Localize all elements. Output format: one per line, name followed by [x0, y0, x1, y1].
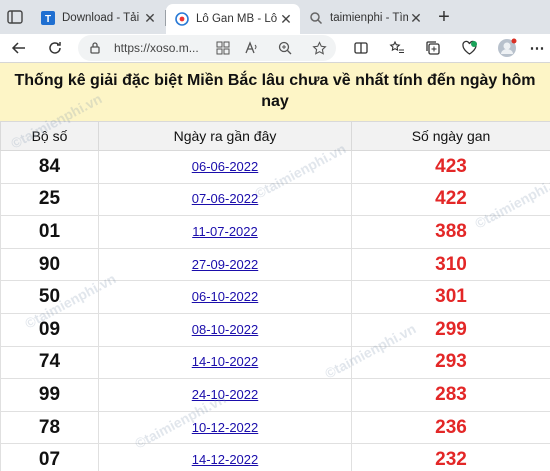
date-link[interactable]: 10-12-2022 — [192, 420, 259, 435]
table-row: 99 24-10-2022 283 — [0, 378, 550, 412]
date-link[interactable]: 06-10-2022 — [192, 289, 259, 304]
performance-button[interactable] — [458, 37, 480, 59]
favorites-list-icon — [389, 40, 404, 53]
settings-more-button[interactable]: ⋯ — [526, 37, 548, 59]
date-cell: 10-12-2022 — [98, 410, 352, 445]
date-link[interactable]: 14-10-2022 — [192, 354, 259, 369]
taimienphi-favicon-icon: T — [40, 10, 56, 26]
tab-taimienphi-search[interactable]: taimienphi - Tìm k ✕ — [300, 4, 430, 32]
date-cell: 11-07-2022 — [98, 215, 352, 249]
date-link[interactable]: 06-06-2022 — [192, 159, 259, 174]
date-link[interactable]: 27-09-2022 — [192, 257, 259, 272]
number-cell: 50 — [0, 280, 99, 314]
url-text: https://xoso.m... — [114, 41, 199, 55]
read-aloud-icon[interactable] — [240, 37, 262, 59]
tab-strip: T Download - Tải M ✕ Lô Gan MB - Lô G ✕ … — [0, 0, 550, 34]
date-cell: 27-09-2022 — [98, 247, 352, 282]
column-header-days: Số ngày gan — [351, 121, 550, 151]
back-arrow-icon — [11, 42, 25, 54]
days-cell: 293 — [351, 345, 550, 380]
svg-text:T: T — [45, 14, 51, 25]
heart-pulse-icon — [461, 40, 477, 55]
new-tab-button[interactable]: + — [432, 6, 456, 30]
date-link[interactable]: 24-10-2022 — [192, 387, 259, 402]
days-cell: 283 — [351, 378, 550, 412]
split-screen-button[interactable] — [350, 37, 372, 59]
table-row: 78 10-12-2022 236 — [0, 410, 550, 445]
collections-button[interactable] — [422, 37, 444, 59]
date-cell: 07-06-2022 — [98, 182, 352, 217]
collections-icon — [426, 41, 440, 55]
address-bar[interactable]: https://xoso.m... — [78, 35, 336, 61]
close-tab-icon[interactable]: ✕ — [278, 11, 294, 28]
number-cell: 74 — [0, 345, 99, 380]
tab-actions-icon[interactable] — [6, 8, 24, 26]
favorite-star-icon[interactable] — [308, 37, 330, 59]
xoso-favicon-icon — [174, 11, 190, 27]
days-cell: 310 — [351, 247, 550, 282]
date-cell: 06-06-2022 — [98, 150, 352, 184]
number-cell: 99 — [0, 378, 99, 412]
app-available-icon[interactable] — [212, 37, 234, 59]
close-tab-icon[interactable]: ✕ — [142, 10, 158, 27]
table-row: 25 07-06-2022 422 — [0, 182, 550, 217]
days-cell: 423 — [351, 150, 550, 184]
date-link[interactable]: 11-07-2022 — [192, 224, 258, 239]
zoom-icon[interactable] — [274, 37, 296, 59]
lock-icon — [90, 42, 100, 54]
more-dots-icon: ⋯ — [529, 40, 545, 57]
days-cell: 232 — [351, 443, 550, 471]
lo-gan-table: Bộ số Ngày ra gần đây Số ngày gan 84 06-0… — [0, 121, 550, 471]
tab-title: Lô Gan MB - Lô G — [196, 13, 278, 25]
days-cell: 388 — [351, 215, 550, 249]
tab-download[interactable]: T Download - Tải M ✕ — [32, 4, 164, 32]
table-row: 50 06-10-2022 301 — [0, 280, 550, 314]
table-row: 01 11-07-2022 388 — [0, 215, 550, 249]
profile-button[interactable] — [496, 37, 518, 59]
date-cell: 14-12-2022 — [98, 443, 352, 471]
date-cell: 08-10-2022 — [98, 312, 352, 347]
date-cell: 14-10-2022 — [98, 345, 352, 380]
date-link[interactable]: 07-06-2022 — [192, 191, 259, 206]
number-cell: 07 — [0, 443, 99, 471]
days-cell: 422 — [351, 182, 550, 217]
number-cell: 09 — [0, 312, 99, 347]
tab-lo-gan[interactable]: Lô Gan MB - Lô G ✕ — [166, 4, 300, 34]
favorites-button[interactable] — [386, 37, 408, 59]
date-cell: 06-10-2022 — [98, 280, 352, 314]
date-link[interactable]: 14-12-2022 — [192, 452, 259, 467]
refresh-icon — [49, 42, 61, 54]
number-cell: 78 — [0, 410, 99, 445]
date-link[interactable]: 08-10-2022 — [192, 322, 259, 337]
table-row: 74 14-10-2022 293 — [0, 345, 550, 380]
avatar-icon — [498, 38, 517, 57]
table-header-row: Bộ số Ngày ra gần đây Số ngày gan — [0, 121, 550, 151]
number-cell: 25 — [0, 182, 99, 217]
table-row: 84 06-06-2022 423 — [0, 150, 550, 184]
number-cell: 90 — [0, 247, 99, 282]
column-header-number: Bộ số — [0, 121, 99, 151]
days-cell: 236 — [351, 410, 550, 445]
table-row: 09 08-10-2022 299 — [0, 312, 550, 347]
refresh-button[interactable] — [44, 37, 66, 59]
table-row: 90 27-09-2022 310 — [0, 247, 550, 282]
column-header-date: Ngày ra gần đây — [98, 121, 352, 151]
search-favicon-icon — [308, 10, 324, 26]
number-cell: 01 — [0, 215, 99, 249]
number-cell: 84 — [0, 150, 99, 184]
tab-title: Download - Tải M — [62, 12, 142, 24]
days-cell: 301 — [351, 280, 550, 314]
tab-title: taimienphi - Tìm k — [330, 12, 408, 24]
page-title: Thống kê giải đặc biệt Miền Bắc lâu chưa… — [0, 63, 550, 121]
date-cell: 24-10-2022 — [98, 378, 352, 412]
web-page: Thống kê giải đặc biệt Miền Bắc lâu chưa… — [0, 63, 550, 471]
table-row: 07 14-12-2022 232 — [0, 443, 550, 471]
close-tab-icon[interactable]: ✕ — [408, 10, 424, 27]
browser-toolbar: https://xoso.m... ⋯ — [0, 34, 550, 62]
split-screen-icon — [354, 42, 368, 54]
days-cell: 299 — [351, 312, 550, 347]
back-button[interactable] — [8, 37, 30, 59]
